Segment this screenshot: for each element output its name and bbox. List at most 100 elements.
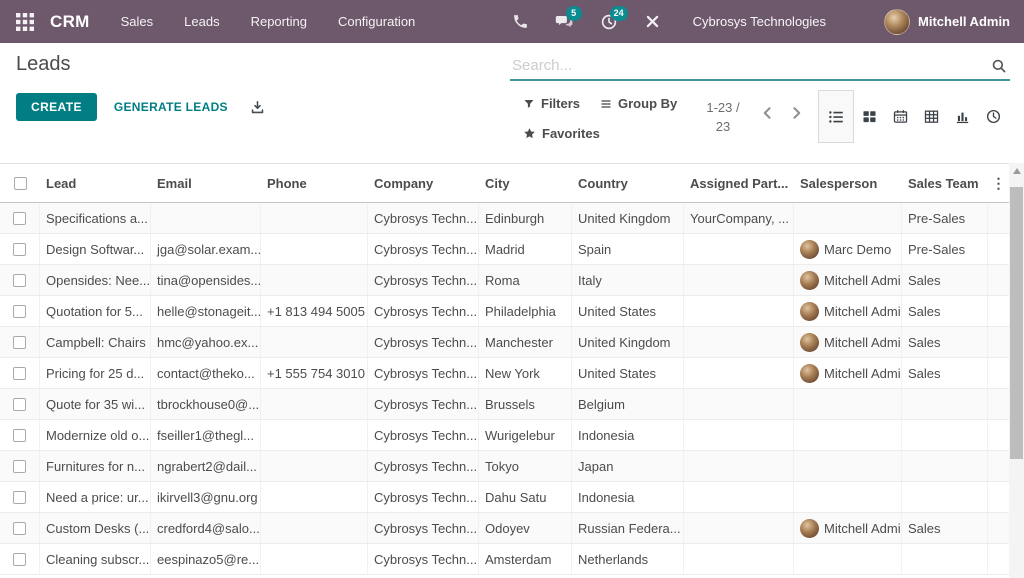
row-checkbox[interactable] <box>13 274 26 287</box>
cell-company: Cybrosys Techn... <box>368 544 479 574</box>
cell-email: tina@opensides... <box>151 265 261 295</box>
vertical-scrollbar <box>1009 163 1024 578</box>
cell-email: fseiller1@thegl... <box>151 420 261 450</box>
view-calendar-button[interactable] <box>885 90 916 143</box>
filter-icon <box>523 98 535 110</box>
cell-lead: Design Softwar... <box>40 234 151 264</box>
cell-assigned-partner <box>684 296 794 326</box>
cell-company: Cybrosys Techn... <box>368 482 479 512</box>
cell-lead: Quotation for 5... <box>40 296 151 326</box>
view-kanban-button[interactable] <box>854 90 885 143</box>
user-avatar <box>884 9 910 35</box>
table-row[interactable]: Modernize old o... fseiller1@thegl... Cy… <box>0 420 1009 451</box>
view-list-button[interactable] <box>818 90 854 143</box>
cell-phone <box>261 389 368 419</box>
pager-value[interactable]: 1-23 / 23 <box>697 99 749 137</box>
table-row[interactable]: Need a price: ur... ikirvell3@gnu.org Cy… <box>0 482 1009 513</box>
row-checkbox[interactable] <box>13 212 26 225</box>
tools-icon[interactable] <box>643 12 663 32</box>
user-menu[interactable]: Mitchell Admin <box>884 9 1010 35</box>
cell-phone <box>261 513 368 543</box>
cell-salesperson: Marc Demo <box>794 234 902 264</box>
table-row[interactable]: Specifications a... Cybrosys Techn... Ed… <box>0 203 1009 234</box>
group-by-dropdown[interactable]: Group By <box>600 96 677 111</box>
view-switcher <box>818 90 1009 143</box>
row-checkbox[interactable] <box>13 553 26 566</box>
view-activity-button[interactable] <box>978 90 1009 143</box>
row-checkbox[interactable] <box>13 429 26 442</box>
table-row[interactable]: Design Softwar... jga@solar.exam... Cybr… <box>0 234 1009 265</box>
table-header-row: Lead Email Phone Company City Country As… <box>0 163 1009 203</box>
cell-email: hmc@yahoo.ex... <box>151 327 261 357</box>
column-header-company[interactable]: Company <box>368 164 479 202</box>
view-pivot-button[interactable] <box>916 90 947 143</box>
table-row[interactable]: Cleaning subscr... eespinazo5@re... Cybr… <box>0 544 1009 575</box>
company-switcher[interactable]: Cybrosys Technologies <box>693 14 826 29</box>
optional-columns-icon[interactable]: ⋮ <box>992 176 1006 190</box>
cell-salesperson <box>794 389 902 419</box>
cell-city: Madrid <box>479 234 572 264</box>
row-checkbox[interactable] <box>13 398 26 411</box>
salesperson-avatar <box>800 519 819 538</box>
scrollbar-up-icon[interactable] <box>1009 163 1024 179</box>
cell-company: Cybrosys Techn... <box>368 513 479 543</box>
table-row[interactable]: Custom Desks (... credford4@salo... Cybr… <box>0 513 1009 544</box>
menu-configuration[interactable]: Configuration <box>338 14 415 29</box>
pager-previous-icon[interactable] <box>760 105 776 121</box>
cell-salesperson: Mitchell Admi <box>794 265 902 295</box>
table-row[interactable]: Quotation for 5... helle@stonageit... +1… <box>0 296 1009 327</box>
menu-sales[interactable]: Sales <box>121 14 154 29</box>
cell-sales-team: Sales <box>902 327 988 357</box>
row-checkbox[interactable] <box>13 522 26 535</box>
cell-assigned-partner <box>684 234 794 264</box>
cell-salesperson: Mitchell Admi <box>794 327 902 357</box>
table-row[interactable]: Quote for 35 wi... tbrockhouse0@... Cybr… <box>0 389 1009 420</box>
column-header-email[interactable]: Email <box>151 164 261 202</box>
cell-phone <box>261 544 368 574</box>
cell-phone <box>261 451 368 481</box>
column-header-country[interactable]: Country <box>572 164 684 202</box>
menu-leads[interactable]: Leads <box>184 14 219 29</box>
table-row[interactable]: Pricing for 25 d... contact@theko... +1 … <box>0 358 1009 389</box>
row-checkbox[interactable] <box>13 243 26 256</box>
cell-city: New York <box>479 358 572 388</box>
cell-assigned-partner <box>684 451 794 481</box>
export-download-icon[interactable] <box>249 99 266 116</box>
row-checkbox[interactable] <box>13 460 26 473</box>
row-checkbox[interactable] <box>13 491 26 504</box>
column-header-phone[interactable]: Phone <box>261 164 368 202</box>
activities-icon[interactable]: 24 <box>599 12 619 32</box>
generate-leads-button[interactable]: GENERATE LEADS <box>114 100 228 114</box>
table-row[interactable]: Campbell: Chairs hmc@yahoo.ex... Cybrosy… <box>0 327 1009 358</box>
menu-reporting[interactable]: Reporting <box>251 14 307 29</box>
cell-salesperson: Mitchell Admi <box>794 513 902 543</box>
cell-email: eespinazo5@re... <box>151 544 261 574</box>
cell-country: Spain <box>572 234 684 264</box>
row-checkbox[interactable] <box>13 336 26 349</box>
create-button[interactable]: CREATE <box>16 93 97 121</box>
row-checkbox[interactable] <box>13 305 26 318</box>
column-header-assigned-partner[interactable]: Assigned Part... <box>684 164 794 202</box>
column-header-sales-team[interactable]: Sales Team <box>902 164 988 202</box>
search-icon[interactable] <box>990 57 1008 80</box>
row-checkbox[interactable] <box>13 367 26 380</box>
pager-next-icon[interactable] <box>788 105 804 121</box>
column-header-city[interactable]: City <box>479 164 572 202</box>
column-header-salesperson[interactable]: Salesperson <box>794 164 902 202</box>
cell-salesperson <box>794 451 902 481</box>
apps-grid-icon[interactable] <box>14 11 36 33</box>
cell-city: Brussels <box>479 389 572 419</box>
cell-email: tbrockhouse0@... <box>151 389 261 419</box>
activities-badge: 24 <box>610 6 628 21</box>
select-all-checkbox[interactable] <box>14 177 27 190</box>
table-row[interactable]: Furnitures for n... ngrabert2@dail... Cy… <box>0 451 1009 482</box>
favorites-dropdown[interactable]: Favorites <box>523 126 600 141</box>
column-header-lead[interactable]: Lead <box>40 164 151 202</box>
search-input[interactable] <box>510 51 1010 81</box>
phone-icon[interactable] <box>511 12 531 32</box>
messages-icon[interactable]: 5 <box>555 12 575 32</box>
filters-dropdown[interactable]: Filters <box>523 96 580 111</box>
scrollbar-thumb[interactable] <box>1010 187 1023 459</box>
view-graph-button[interactable] <box>947 90 978 143</box>
table-row[interactable]: Opensides: Nee... tina@opensides... Cybr… <box>0 265 1009 296</box>
